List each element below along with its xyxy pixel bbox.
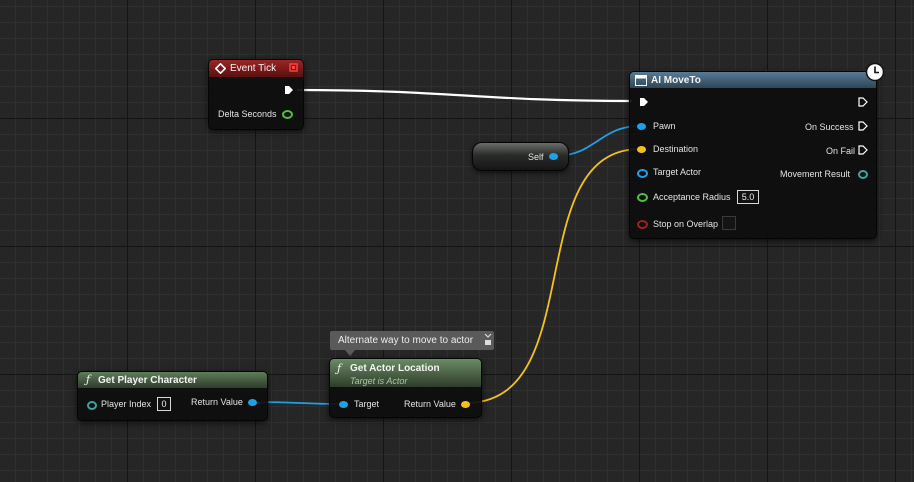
delegate-square-icon[interactable] (289, 63, 299, 73)
return-value-label: Return Value (191, 397, 243, 407)
exec-out-pin-icon[interactable] (284, 85, 294, 95)
on-success-pin-icon[interactable] (858, 121, 868, 131)
on-fail-pin-icon[interactable] (858, 145, 868, 155)
event-tick-title: Event Tick (230, 63, 277, 74)
destination-wire (465, 148, 641, 404)
on-success-label: On Success (805, 122, 854, 132)
exec-in-pin-icon[interactable] (639, 97, 649, 107)
movement-result-pin[interactable] (858, 170, 868, 179)
delta-seconds-pin[interactable] (282, 110, 293, 119)
acceptance-radius-pin[interactable] (637, 193, 648, 202)
get-player-character-node[interactable]: ƒ Get Player Character Player Index 0 Re… (77, 371, 268, 421)
return-value-pin[interactable] (248, 399, 257, 406)
self-out-pin[interactable] (549, 153, 558, 160)
exec-wire (296, 88, 633, 103)
player-index-input[interactable]: 0 (157, 397, 171, 411)
ai-moveto-node[interactable]: AI MoveTo Pawn On Success Destination On… (629, 71, 877, 239)
pin-comment-icon[interactable] (484, 333, 492, 347)
latent-node-icon (635, 75, 647, 86)
ai-moveto-title: AI MoveTo (651, 75, 701, 86)
stop-on-overlap-pin[interactable] (637, 220, 648, 229)
event-tick-node[interactable]: Event Tick Delta Seconds (208, 59, 304, 130)
pawn-label: Pawn (653, 121, 676, 131)
comment-bubble[interactable]: Alternate way to move to actor (330, 331, 494, 350)
destination-label: Destination (653, 144, 699, 154)
function-icon: ƒ (337, 362, 342, 375)
ai-moveto-header: AI MoveTo (630, 72, 876, 88)
target-label: Target (354, 399, 380, 409)
function-icon: ƒ (86, 373, 91, 386)
delta-seconds-label: Delta Seconds (218, 109, 277, 119)
stop-on-overlap-label: Stop on Overlap (653, 219, 719, 229)
comment-text: Alternate way to move to actor (338, 335, 474, 346)
clock-icon (865, 62, 885, 82)
blueprint-graph[interactable]: Event Tick Delta Seconds AI MoveTo Pawn … (0, 0, 914, 482)
exec-out-pin-icon[interactable] (858, 97, 868, 107)
get-actor-location-node[interactable]: ƒ Get Actor Location Target is Actor Tar… (329, 358, 482, 418)
acceptance-radius-input[interactable]: 5.0 (737, 190, 759, 204)
stop-on-overlap-checkbox[interactable] (722, 216, 736, 230)
get-player-character-header: ƒ Get Player Character (78, 372, 267, 388)
return-value-label: Return Value (404, 399, 456, 409)
get-actor-location-subtitle: Target is Actor (350, 376, 408, 386)
get-actor-location-header: ƒ Get Actor Location Target is Actor (330, 359, 481, 387)
target-actor-pin[interactable] (637, 169, 648, 178)
self-label: Self (528, 152, 544, 162)
target-actor-label: Target Actor (653, 167, 702, 177)
destination-pin[interactable] (637, 146, 646, 153)
get-player-character-title: Get Player Character (98, 375, 197, 386)
event-diamond-icon (215, 63, 226, 74)
on-fail-label: On Fail (826, 146, 856, 156)
player-index-pin[interactable] (87, 401, 97, 410)
pawn-pin[interactable] (637, 123, 646, 130)
event-tick-header: Event Tick (209, 60, 303, 77)
movement-result-label: Movement Result (780, 169, 851, 179)
get-actor-location-title: Get Actor Location (350, 363, 440, 374)
player-index-label: Player Index (101, 399, 152, 409)
return-value-pin[interactable] (461, 401, 470, 408)
target-pin[interactable] (339, 401, 348, 408)
comment-bubble-tail (345, 350, 355, 356)
self-node[interactable]: Self (472, 142, 569, 171)
acceptance-radius-label: Acceptance Radius (653, 192, 731, 202)
